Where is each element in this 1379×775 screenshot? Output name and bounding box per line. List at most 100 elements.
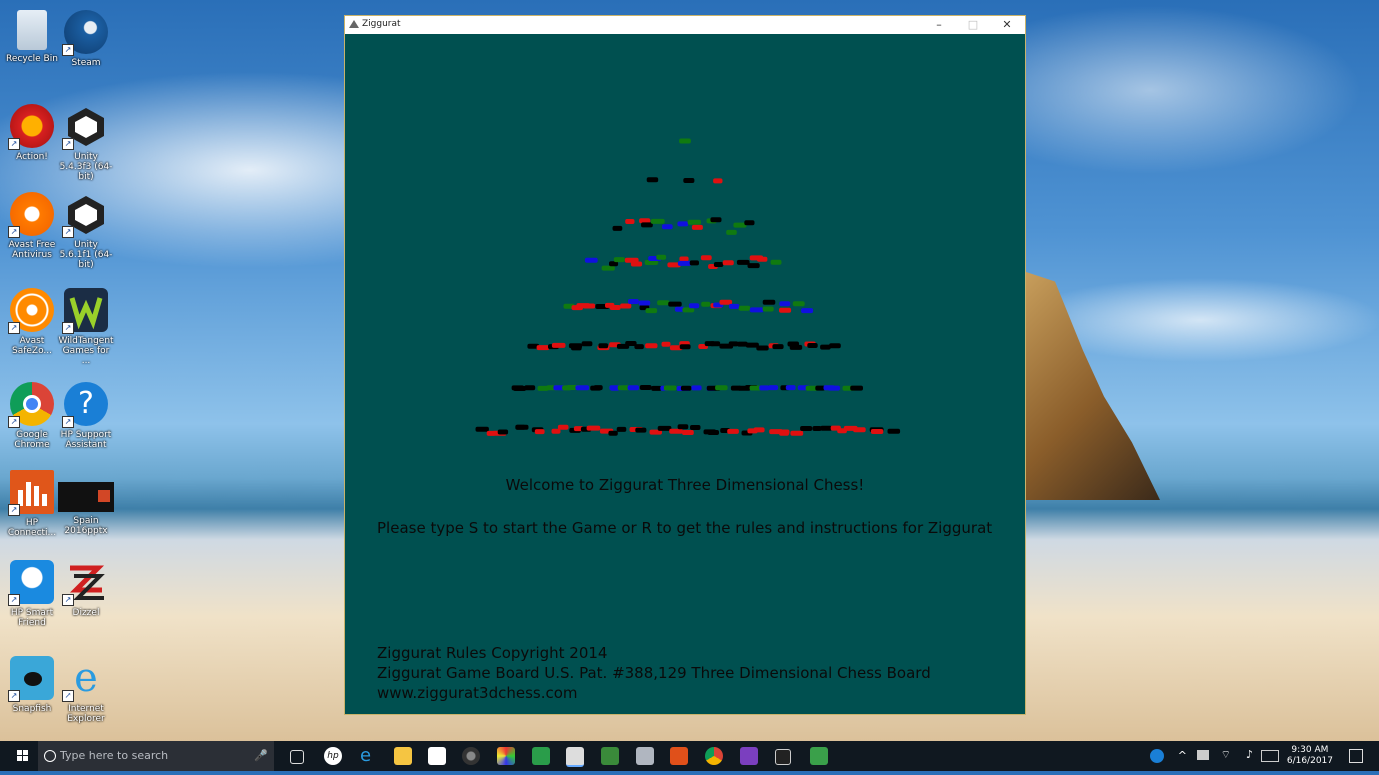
- desktop-icon-label: HP Support Assistant: [60, 430, 112, 450]
- chess-piece-mark: [820, 425, 832, 431]
- desktop-icon-snapfish[interactable]: ↗ Snapfish: [4, 656, 60, 714]
- hp-connection-icon: ↗: [8, 470, 54, 516]
- office-icon[interactable]: [670, 747, 688, 765]
- help-tray-icon[interactable]: [1150, 749, 1164, 763]
- chess-piece-mark: [609, 305, 621, 310]
- battery-icon[interactable]: [1197, 750, 1209, 760]
- steam-icon: ↗: [62, 10, 108, 56]
- desktop-icon-recycle-bin[interactable]: Recycle Bin: [4, 10, 60, 64]
- chess-piece-mark: [736, 259, 750, 265]
- start-prompt-text: Please type S to start the Game or R to …: [377, 519, 993, 537]
- wildtangent-icon: ↗: [62, 288, 108, 334]
- chess-piece-mark: [645, 343, 658, 349]
- chevron-up-icon[interactable]: ^: [1178, 749, 1187, 762]
- desktop-icon-chrome[interactable]: ↗ Google Chrome: [4, 382, 60, 450]
- chess-piece-mark: [575, 385, 590, 391]
- chess-piece-mark: [656, 254, 667, 260]
- chess-piece-mark: [726, 229, 737, 235]
- file-explorer-icon[interactable]: [394, 747, 412, 765]
- maximize-button[interactable]: □: [957, 16, 989, 34]
- chess-piece-mark: [524, 385, 536, 391]
- game-client-area[interactable]: Welcome to Ziggurat Three Dimensional Ch…: [345, 34, 1025, 714]
- desktop-icon-spain-pptx[interactable]: Spain 2016pptx: [58, 470, 114, 536]
- chess-piece-mark: [534, 429, 545, 435]
- chess-piece-mark: [727, 428, 739, 434]
- chess-piece-mark: [571, 345, 582, 351]
- chrome-icon[interactable]: [705, 747, 723, 765]
- chess-piece-mark: [679, 138, 691, 144]
- volume-icon[interactable]: ♪: [1246, 748, 1253, 761]
- chess-piece-mark: [753, 427, 765, 433]
- unity-icon: ↗: [62, 192, 108, 238]
- desktop-icon-hp-support[interactable]: ? ↗ HP Support Assistant: [58, 382, 114, 450]
- desktop-icon-avast[interactable]: ↗ Avast Free Antivirus: [4, 192, 60, 260]
- window-titlebar[interactable]: Ziggurat – □ ✕: [345, 16, 1025, 34]
- chess-piece-mark: [515, 424, 529, 430]
- chess-piece-mark: [785, 385, 796, 391]
- desktop-icon-hp-connection[interactable]: ↗ HP Connecti...: [4, 470, 60, 538]
- desktop-icon-action[interactable]: ↗ Action!: [4, 104, 60, 162]
- photos-icon[interactable]: [601, 747, 619, 765]
- ziggurat-window: Ziggurat – □ ✕ Welcome to Ziggurat Three…: [344, 15, 1026, 715]
- paint-icon[interactable]: [497, 747, 515, 765]
- minimize-button[interactable]: –: [923, 16, 955, 34]
- chess-piece-mark: [713, 178, 723, 184]
- desktop-icon-internet-explorer[interactable]: e ↗ Internet Explorer: [58, 656, 114, 724]
- chess-piece-mark: [513, 386, 527, 391]
- chess-piece-mark: [812, 426, 822, 431]
- chess-piece-mark: [646, 177, 659, 183]
- chess-piece-mark: [887, 428, 901, 434]
- desktop-icon-wildtangent[interactable]: ↗ WildTangent Games for ...: [58, 288, 114, 366]
- chess-piece-mark: [677, 424, 689, 430]
- chess-piece-mark: [584, 257, 598, 263]
- chess-piece-mark: [707, 430, 719, 435]
- hp-icon[interactable]: hp: [324, 747, 342, 765]
- visual-studio-icon[interactable]: [740, 747, 758, 765]
- chess-piece-mark: [551, 342, 566, 348]
- store-icon[interactable]: [428, 747, 446, 765]
- chess-piece-mark: [536, 345, 550, 351]
- chess-piece-mark: [557, 424, 569, 430]
- chess-piece-mark: [701, 301, 711, 307]
- clock[interactable]: 9:30 AM 6/16/2017: [1287, 745, 1333, 767]
- start-button[interactable]: [8, 741, 38, 771]
- search-circle-icon: [44, 750, 56, 762]
- unity-icon[interactable]: [775, 749, 791, 765]
- wifi-icon[interactable]: ⌔: [1221, 748, 1231, 762]
- desktop-icon-dizzel[interactable]: ↗ Dizzel: [58, 560, 114, 618]
- desktop-icon-unity-543[interactable]: ↗ Unity 5.4.3f3 (64-bit): [58, 104, 114, 182]
- chess-piece-mark: [677, 221, 689, 227]
- desktop-icon-hp-smart-friend[interactable]: ↗ HP Smart Friend: [4, 560, 60, 628]
- keyboard-icon[interactable]: [1261, 750, 1279, 762]
- desktop-icon-label: Recycle Bin: [6, 54, 58, 64]
- chess-piece-mark: [612, 225, 623, 231]
- mail-icon[interactable]: [636, 747, 654, 765]
- chess-piece-mark: [593, 385, 603, 391]
- ziggurat-icon[interactable]: [566, 747, 584, 767]
- microphone-icon[interactable]: 🎤: [254, 741, 268, 771]
- website-line[interactable]: www.ziggurat3dchess.com: [377, 683, 931, 703]
- chess-piece-mark: [645, 308, 658, 314]
- chess-piece-mark: [691, 385, 702, 391]
- android-icon[interactable]: [810, 747, 828, 765]
- chess-piece-mark: [634, 344, 644, 350]
- edge-icon[interactable]: e: [360, 747, 378, 765]
- desktop-icon-avast-safezone[interactable]: ↗ Avast SafeZo...: [4, 288, 60, 356]
- notifications-icon[interactable]: [1349, 749, 1363, 763]
- chrome-icon: ↗: [8, 382, 54, 428]
- desktop-icon-label: Avast SafeZo...: [11, 336, 53, 356]
- chess-piece-mark: [709, 341, 721, 347]
- chess-piece-mark: [650, 218, 665, 224]
- chess-piece-mark: [853, 427, 866, 433]
- desktop-icon-steam[interactable]: ↗ Steam: [58, 10, 114, 68]
- desktop-icon-unity-561[interactable]: ↗ Unity 5.6.1f1 (64-bit): [58, 192, 114, 270]
- desktop-icon-label: HP Connecti...: [7, 518, 57, 538]
- window-title: Ziggurat: [362, 19, 401, 29]
- chess-piece-mark: [669, 428, 683, 434]
- camera-icon[interactable]: [462, 747, 480, 765]
- task-view-icon[interactable]: [290, 750, 304, 764]
- taskbar-search-box[interactable]: Type here to search 🎤: [38, 741, 274, 771]
- calculator-icon[interactable]: [532, 747, 550, 765]
- chess-piece-mark: [801, 308, 814, 314]
- close-button[interactable]: ✕: [991, 16, 1023, 34]
